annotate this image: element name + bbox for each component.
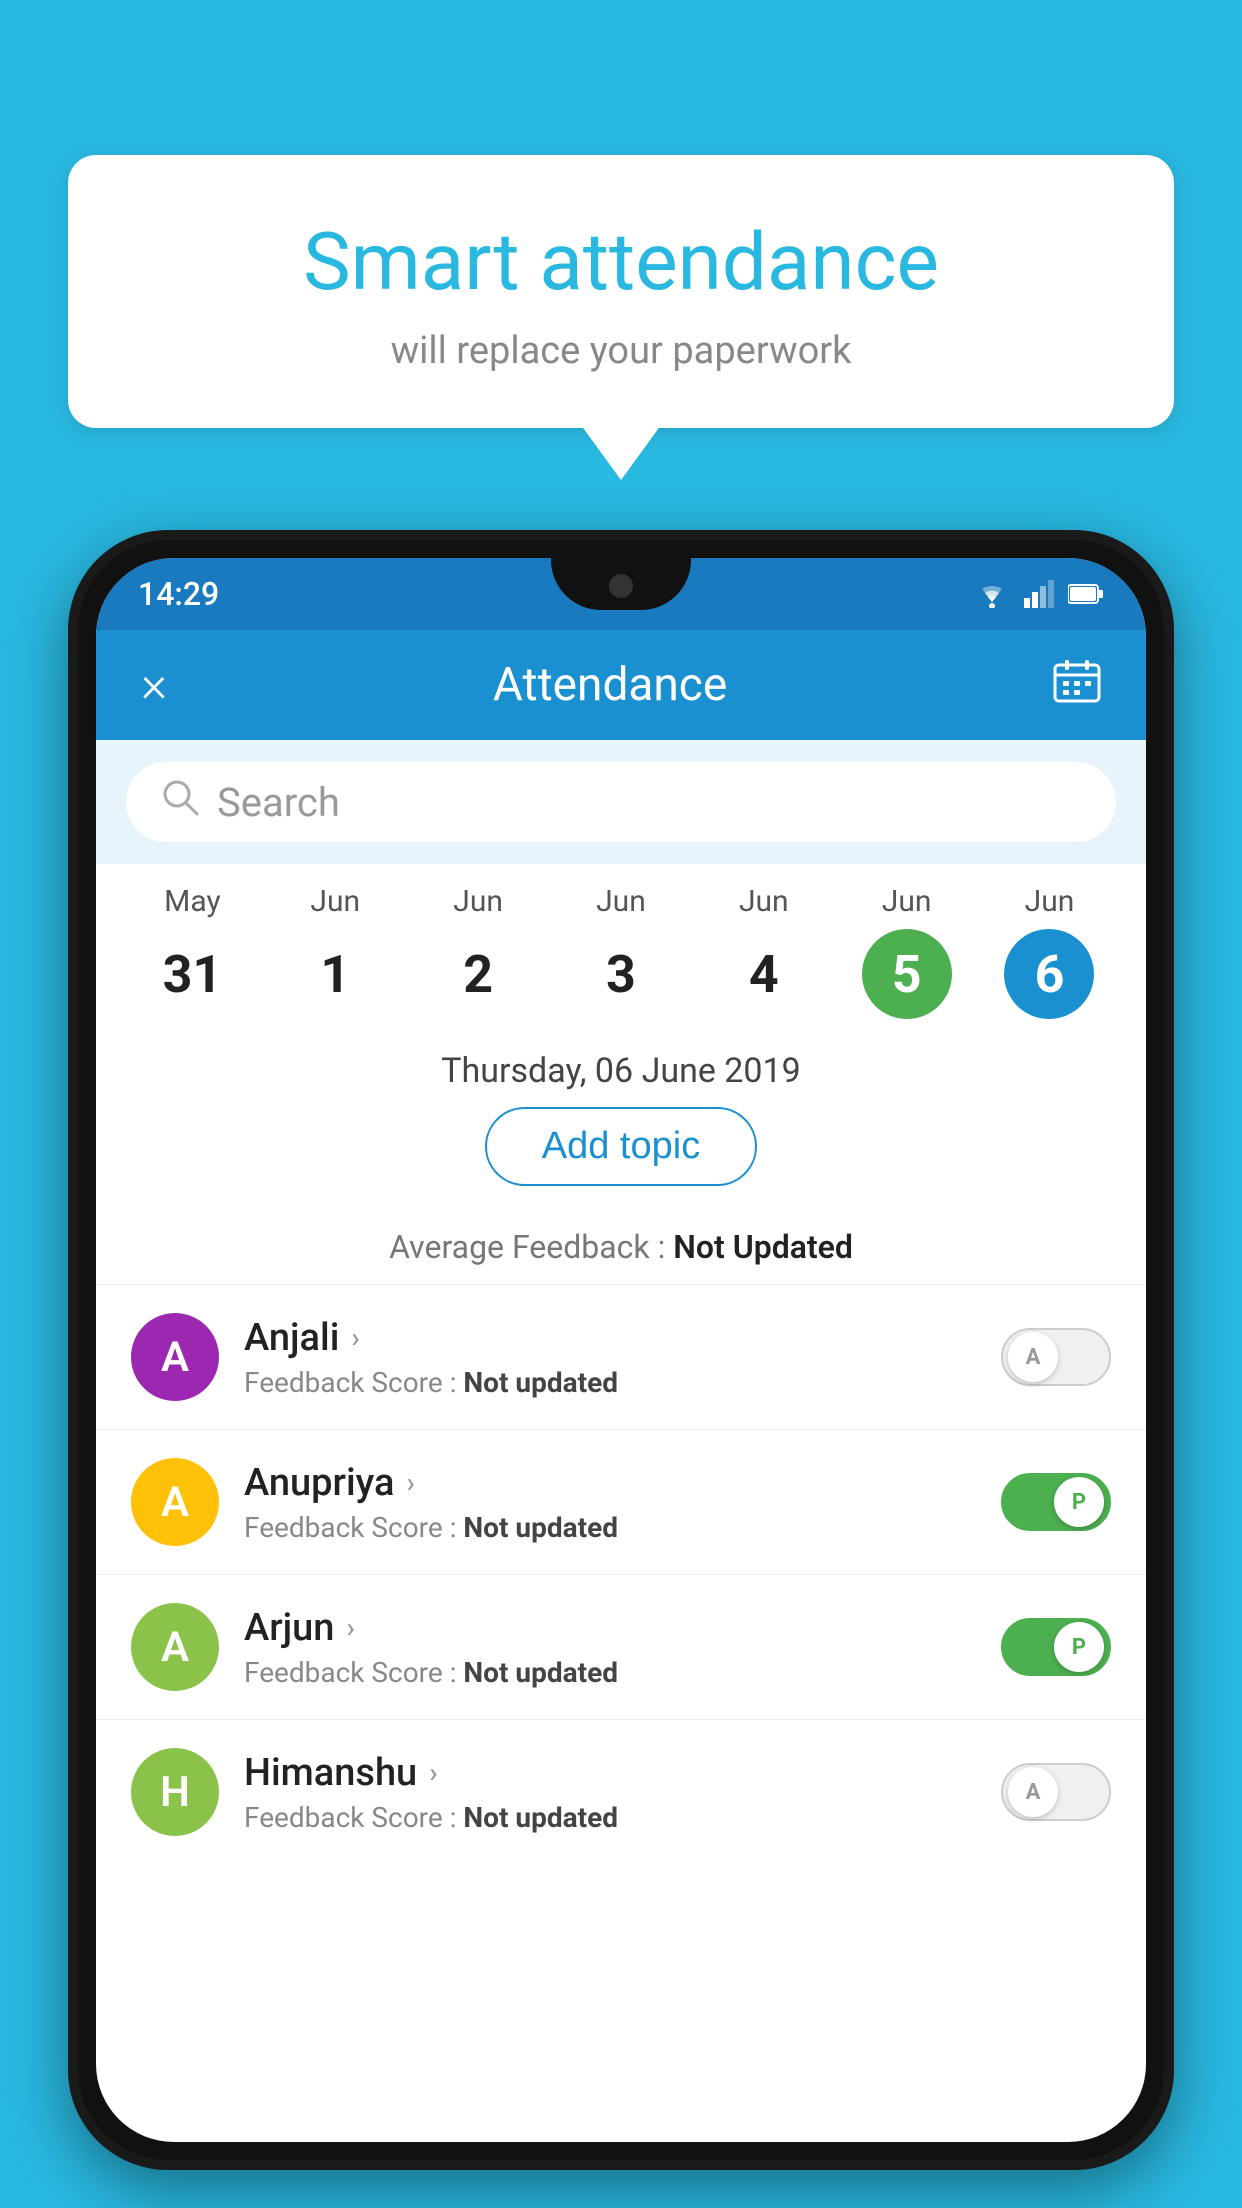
student-avatar: H	[131, 1748, 219, 1836]
student-avatar: A	[131, 1458, 219, 1546]
student-item[interactable]: A Anupriya › Feedback Score : Not updated P	[96, 1429, 1146, 1574]
student-feedback: Feedback Score : Not updated	[244, 1366, 976, 1399]
bubble-title: Smart attendance	[118, 215, 1124, 309]
search-bar[interactable]: Search	[126, 762, 1116, 842]
student-avatar: A	[131, 1313, 219, 1401]
chevron-icon: ›	[406, 1466, 414, 1499]
student-feedback: Feedback Score : Not updated	[244, 1511, 976, 1544]
front-camera	[609, 574, 633, 598]
cal-date-number[interactable]: 2	[433, 929, 523, 1019]
phone-wrapper: 14:29	[68, 530, 1174, 2208]
cal-month-label: Jun	[310, 884, 360, 919]
student-info: Anupriya › Feedback Score : Not updated	[244, 1461, 976, 1544]
calendar-day[interactable]: Jun 1	[290, 884, 380, 1019]
calendar-strip: May 31 Jun 1 Jun 2 Jun 3 Jun 4 Jun 5 Jun 6	[96, 864, 1146, 1029]
attendance-toggle[interactable]: P	[1001, 1618, 1111, 1676]
student-item[interactable]: A Anjali › Feedback Score : Not updated A	[96, 1284, 1146, 1429]
attendance-toggle[interactable]: A	[1001, 1328, 1111, 1386]
selected-date-display: Thursday, 06 June 2019	[96, 1029, 1146, 1107]
cal-date-number[interactable]: 1	[290, 929, 380, 1019]
header-title: Attendance	[493, 658, 727, 712]
student-name: Anupriya ›	[244, 1461, 976, 1505]
chevron-icon: ›	[351, 1321, 359, 1354]
cal-date-number[interactable]: 31	[147, 929, 237, 1019]
cal-month-label: Jun	[453, 884, 503, 919]
attendance-toggle-wrap[interactable]: A	[1001, 1328, 1111, 1386]
app-header: × Attendance	[96, 630, 1146, 740]
avg-feedback: Average Feedback : Not Updated	[96, 1228, 1146, 1284]
student-avatar: A	[131, 1603, 219, 1691]
add-topic-button[interactable]: Add topic	[485, 1107, 757, 1186]
cal-date-number[interactable]: 3	[576, 929, 666, 1019]
calendar-day[interactable]: Jun 6	[1004, 884, 1094, 1019]
cal-date-number[interactable]: 4	[719, 929, 809, 1019]
search-icon	[161, 778, 199, 826]
attendance-toggle[interactable]: A	[1001, 1763, 1111, 1821]
cal-month-label: Jun	[739, 884, 789, 919]
chevron-icon: ›	[346, 1611, 354, 1644]
student-item[interactable]: A Arjun › Feedback Score : Not updated P	[96, 1574, 1146, 1719]
toggle-knob: A	[1008, 1332, 1058, 1382]
avg-feedback-label: Average Feedback :	[389, 1228, 665, 1266]
student-info: Himanshu › Feedback Score : Not updated	[244, 1751, 976, 1834]
phone-screen: 14:29	[96, 558, 1146, 2142]
attendance-toggle-wrap[interactable]: P	[1001, 1473, 1111, 1531]
calendar-day[interactable]: Jun 5	[862, 884, 952, 1019]
bubble-subtitle: will replace your paperwork	[118, 329, 1124, 373]
cal-month-label: Jun	[882, 884, 932, 919]
search-placeholder: Search	[217, 779, 340, 826]
toggle-knob: P	[1054, 1477, 1104, 1527]
close-button[interactable]: ×	[141, 656, 167, 714]
toggle-knob: P	[1054, 1622, 1104, 1672]
cal-date-number[interactable]: 6	[1004, 929, 1094, 1019]
search-bar-container: Search	[96, 740, 1146, 864]
cal-month-label: Jun	[1025, 884, 1075, 919]
student-name: Himanshu ›	[244, 1751, 976, 1795]
calendar-day[interactable]: May 31	[147, 884, 237, 1019]
status-icons	[974, 580, 1104, 608]
student-feedback: Feedback Score : Not updated	[244, 1656, 976, 1689]
attendance-toggle-wrap[interactable]: P	[1001, 1618, 1111, 1676]
signal-icon	[1024, 580, 1054, 608]
calendar-day[interactable]: Jun 4	[719, 884, 809, 1019]
battery-icon	[1068, 583, 1104, 605]
wifi-icon	[974, 580, 1010, 608]
cal-month-label: Jun	[596, 884, 646, 919]
student-list: AAnjali ›Feedback Score : Not updatedAAA…	[96, 1284, 1146, 1864]
phone-inner: 14:29	[78, 540, 1164, 2160]
calendar-icon[interactable]	[1053, 657, 1101, 713]
student-name: Anjali ›	[244, 1316, 976, 1360]
student-name: Arjun ›	[244, 1606, 976, 1650]
toggle-knob: A	[1008, 1767, 1058, 1817]
cal-date-number[interactable]: 5	[862, 929, 952, 1019]
student-info: Anjali › Feedback Score : Not updated	[244, 1316, 976, 1399]
speech-bubble: Smart attendance will replace your paper…	[68, 155, 1174, 428]
student-feedback: Feedback Score : Not updated	[244, 1801, 976, 1834]
avg-feedback-value: Not Updated	[673, 1228, 853, 1266]
attendance-toggle[interactable]: P	[1001, 1473, 1111, 1531]
phone-frame: 14:29	[68, 530, 1174, 2170]
calendar-day[interactable]: Jun 3	[576, 884, 666, 1019]
status-time: 14:29	[138, 575, 219, 613]
cal-month-label: May	[164, 884, 220, 919]
calendar-day[interactable]: Jun 2	[433, 884, 523, 1019]
attendance-toggle-wrap[interactable]: A	[1001, 1763, 1111, 1821]
student-info: Arjun › Feedback Score : Not updated	[244, 1606, 976, 1689]
chevron-icon: ›	[429, 1756, 437, 1789]
student-item[interactable]: H Himanshu › Feedback Score : Not updated A	[96, 1719, 1146, 1864]
